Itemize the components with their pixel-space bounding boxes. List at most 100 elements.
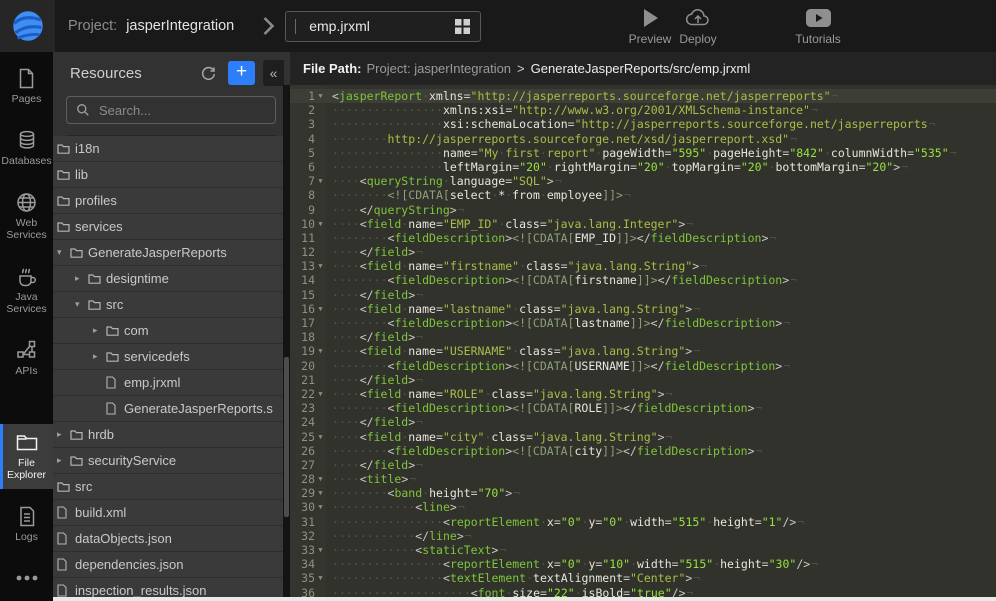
fold-caret-icon[interactable]: ▼: [315, 486, 326, 500]
tree-scrollbar[interactable]: [283, 85, 290, 601]
code-line[interactable]: 21····</field>¬: [290, 373, 996, 387]
search-box[interactable]: [66, 96, 276, 124]
app-logo[interactable]: [0, 0, 55, 52]
tree-item-dataobjects-json[interactable]: dataObjects.json: [53, 526, 290, 552]
sidebar-item-more[interactable]: [0, 560, 53, 597]
tree-item-generatejasperreports[interactable]: ▾GenerateJasperReports: [53, 240, 290, 266]
fold-caret-icon[interactable]: ▼: [315, 543, 326, 557]
code-line[interactable]: 8········<![CDATA[select·*·from·employee…: [290, 188, 996, 202]
code-line[interactable]: 1▼<jasperReport·xmlns="http://jasperrepo…: [290, 89, 996, 103]
code-line[interactable]: 9····</queryString>¬: [290, 203, 996, 217]
tree-item-lib[interactable]: lib: [53, 162, 290, 188]
caret-right-icon[interactable]: ▸: [57, 429, 70, 440]
code-line[interactable]: 3················xsi:schemaLocation="htt…: [290, 117, 996, 131]
code-line[interactable]: 5················name="My·first·report"·…: [290, 146, 996, 160]
tree-item-dependencies-json[interactable]: dependencies.json: [53, 552, 290, 578]
code-line[interactable]: 31················<reportElement·x="0"·y…: [290, 515, 996, 529]
tree-item-hrdb[interactable]: ▸hrdb: [53, 422, 290, 448]
tree-item-securityservice[interactable]: ▸securityService: [53, 448, 290, 474]
tree-scrollbar-thumb[interactable]: [284, 357, 289, 517]
code-editor[interactable]: 1▼<jasperReport·xmlns="http://jasperrepo…: [290, 85, 996, 601]
caret-right-icon[interactable]: ▸: [75, 273, 88, 284]
code-line[interactable]: 15····</field>¬: [290, 288, 996, 302]
code-line[interactable]: 27····</field>¬: [290, 458, 996, 472]
code-line[interactable]: 4········http://jasperreports.sourceforg…: [290, 132, 996, 146]
tree-item-designtime[interactable]: ▸ designtime: [53, 266, 290, 292]
preview-button[interactable]: Preview: [626, 5, 674, 46]
tree-item-build-xml[interactable]: build.xml: [53, 500, 290, 526]
code-line[interactable]: 22▼····<field·name="ROLE"·class="java.la…: [290, 387, 996, 401]
fold-caret-icon[interactable]: ▼: [315, 387, 326, 401]
code-line[interactable]: 28▼····<title>¬: [290, 472, 996, 486]
code-line[interactable]: 7▼····<queryString·language="SQL">¬: [290, 174, 996, 188]
code-line[interactable]: 18····</field>¬: [290, 330, 996, 344]
tree-item-emp-jrxml[interactable]: ▸emp.jrxml: [53, 370, 290, 396]
sidebar-item-apis[interactable]: APIs: [0, 332, 53, 385]
code-line[interactable]: 14········<fieldDescription><![CDATA[fir…: [290, 273, 996, 287]
tutorials-button[interactable]: Tutorials: [794, 5, 842, 46]
horizontal-scrollbar[interactable]: [53, 597, 996, 601]
code-line[interactable]: 16▼····<field·name="lastname"·class="jav…: [290, 302, 996, 316]
fold-caret-icon[interactable]: ▼: [315, 430, 326, 444]
open-file-selector[interactable]: emp.jrxml: [285, 11, 481, 42]
tree-item-i18n[interactable]: i18n: [53, 136, 290, 162]
topbar-actions: PreviewDeploy Tutorials: [626, 5, 842, 46]
fold-caret-icon[interactable]: ▼: [315, 472, 326, 486]
caret-down-icon[interactable]: ▾: [57, 247, 70, 258]
sidebar-item-java-services[interactable]: Java Services: [0, 258, 53, 323]
code-line-content: ····</field>¬: [326, 288, 423, 302]
code-line[interactable]: 33▼············<staticText>¬: [290, 543, 996, 557]
code-line[interactable]: 11········<fieldDescription><![CDATA[EMP…: [290, 231, 996, 245]
add-resource-button[interactable]: +: [228, 61, 255, 85]
code-line[interactable]: 20········<fieldDescription><![CDATA[USE…: [290, 359, 996, 373]
fold-caret-icon[interactable]: ▼: [315, 89, 326, 103]
tree-item-services[interactable]: services: [53, 214, 290, 240]
fold-caret-icon[interactable]: ▼: [315, 217, 326, 231]
code-line[interactable]: 23········<fieldDescription><![CDATA[ROL…: [290, 401, 996, 415]
tree-item-com[interactable]: ▸com: [53, 318, 290, 344]
sidebar-item-databases[interactable]: Databases: [0, 122, 53, 175]
code-line[interactable]: 6················leftMargin="20"·rightMa…: [290, 160, 996, 174]
code-line[interactable]: 26········<fieldDescription><![CDATA[cit…: [290, 444, 996, 458]
fold-caret-icon[interactable]: ▼: [315, 259, 326, 273]
sidebar-item-web-services[interactable]: Web Services: [0, 184, 53, 249]
code-line[interactable]: 10▼····<field·name="EMP_ID"·class="java.…: [290, 217, 996, 231]
refresh-button[interactable]: [196, 61, 220, 85]
fold-caret-icon[interactable]: ▼: [315, 302, 326, 316]
search-input[interactable]: [97, 102, 277, 119]
code-line[interactable]: 19▼····<field·name="USERNAME"·class="jav…: [290, 344, 996, 358]
code-line[interactable]: 32············</line>¬: [290, 529, 996, 543]
tree-item-servicedefs[interactable]: ▸servicedefs: [53, 344, 290, 370]
caret-down-icon[interactable]: ▾: [75, 299, 88, 310]
sidebar-item-pages[interactable]: Pages: [0, 60, 53, 113]
code-line[interactable]: 24····</field>¬: [290, 415, 996, 429]
caret-right-icon[interactable]: ▸: [57, 455, 70, 466]
tree-item-label: designtime: [106, 271, 169, 286]
tree-item-profiles[interactable]: profiles: [53, 188, 290, 214]
code-line[interactable]: 17········<fieldDescription><![CDATA[las…: [290, 316, 996, 330]
tree-item-label: profiles: [75, 193, 117, 208]
sidebar-item-logs[interactable]: Logs: [0, 498, 53, 551]
fold-caret-icon[interactable]: ▼: [315, 571, 326, 585]
code-line[interactable]: 30▼············<line>¬: [290, 500, 996, 514]
caret-right-icon[interactable]: ▸: [93, 351, 106, 362]
sidebar-item-file-explorer[interactable]: File Explorer: [0, 424, 53, 489]
collapse-panel-button[interactable]: «: [263, 60, 284, 86]
code-line[interactable]: 2················xmlns:xsi="http://www.w…: [290, 103, 996, 117]
tree-item-src[interactable]: ▾src: [53, 292, 290, 318]
code-line[interactable]: 12····</field>¬: [290, 245, 996, 259]
tree-item-src[interactable]: src: [53, 474, 290, 500]
code-line[interactable]: 25▼····<field·name="city"·class="java.la…: [290, 430, 996, 444]
deploy-button[interactable]: Deploy: [674, 5, 722, 46]
caret-right-icon[interactable]: ▸: [93, 325, 106, 336]
grid-icon[interactable]: [455, 19, 470, 34]
line-number: 24: [290, 415, 315, 429]
fold-caret-icon[interactable]: ▼: [315, 174, 326, 188]
fold-caret-icon[interactable]: ▼: [315, 500, 326, 514]
fold-caret-icon[interactable]: ▼: [315, 344, 326, 358]
code-line[interactable]: 35▼················<textElement·textAlig…: [290, 571, 996, 585]
code-line[interactable]: 13▼····<field·name="firstname"·class="ja…: [290, 259, 996, 273]
code-line[interactable]: 34················<reportElement·x="0"·y…: [290, 557, 996, 571]
tree-item-generatejasperreports-s[interactable]: ▸GenerateJasperReports.s: [53, 396, 290, 422]
code-line[interactable]: 29▼········<band·height="70">¬: [290, 486, 996, 500]
